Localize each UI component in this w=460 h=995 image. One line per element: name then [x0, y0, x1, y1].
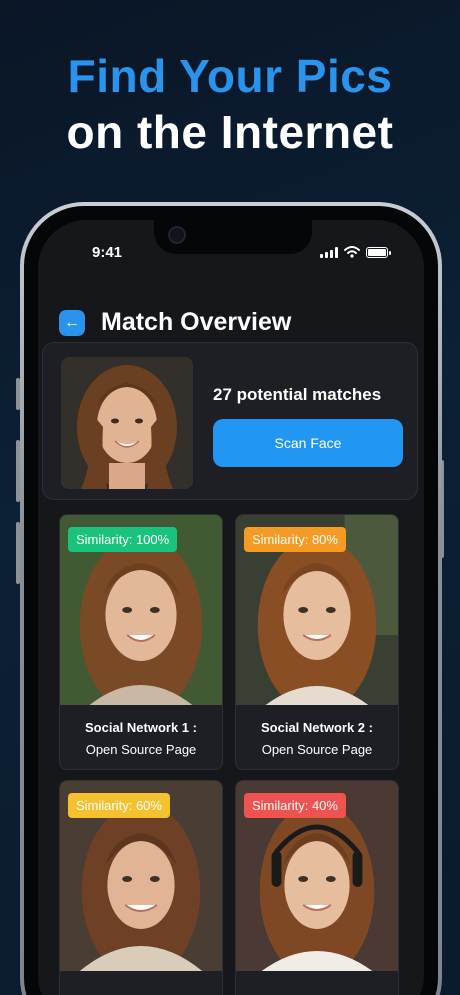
result-source-name: Social Network 1 :	[85, 720, 197, 735]
scan-face-button[interactable]: Scan Face	[213, 419, 403, 467]
similarity-badge: Similarity: 40%	[244, 793, 346, 818]
match-count: 27 potential matches	[213, 385, 382, 404]
result-photo: Similarity: 100%	[60, 515, 222, 705]
similarity-badge: Similarity: 80%	[244, 527, 346, 552]
headline-line-1: Find Your Pics	[67, 50, 393, 102]
front-camera-icon	[168, 226, 186, 244]
result-card[interactable]: Similarity: 80% Social Network 2 : Open …	[235, 514, 399, 770]
similarity-badge: Similarity: 60%	[68, 793, 170, 818]
result-photo: Similarity: 80%	[236, 515, 398, 705]
page-title: Match Overview	[101, 308, 292, 336]
app-header: ← Match Overview	[59, 308, 291, 337]
notch	[154, 220, 312, 254]
phone-screen: 9:41 ← Match Overview 27 potential match…	[38, 220, 424, 995]
back-button[interactable]: ←	[59, 309, 85, 336]
result-card[interactable]: Similarity: 60%	[59, 780, 223, 995]
result-source-link[interactable]: Open Source Page	[236, 739, 398, 761]
result-card[interactable]: Similarity: 100% Social Network 1 : Open…	[59, 514, 223, 770]
result-card[interactable]: Similarity: 40%	[235, 780, 399, 995]
result-source-name: Social Network 2 :	[261, 720, 373, 735]
signal-icon	[320, 246, 338, 258]
wifi-icon	[344, 246, 360, 258]
result-source-link[interactable]: Open Source Page	[60, 739, 222, 761]
status-time: 9:41	[92, 244, 123, 261]
overview-card: 27 potential matches Scan Face	[42, 342, 418, 500]
arrow-left-icon: ←	[64, 313, 80, 331]
headline-line-2: on the Internet	[66, 106, 394, 158]
result-photo: Similarity: 40%	[236, 781, 398, 971]
battery-icon	[366, 246, 391, 258]
headline: Find Your Pics on the Internet	[0, 48, 460, 160]
phone-frame: 9:41 ← Match Overview 27 potential match…	[20, 202, 442, 995]
similarity-badge: Similarity: 100%	[68, 527, 178, 552]
result-photo: Similarity: 60%	[60, 781, 222, 971]
query-face-photo	[61, 357, 193, 489]
status-icons	[320, 246, 391, 258]
